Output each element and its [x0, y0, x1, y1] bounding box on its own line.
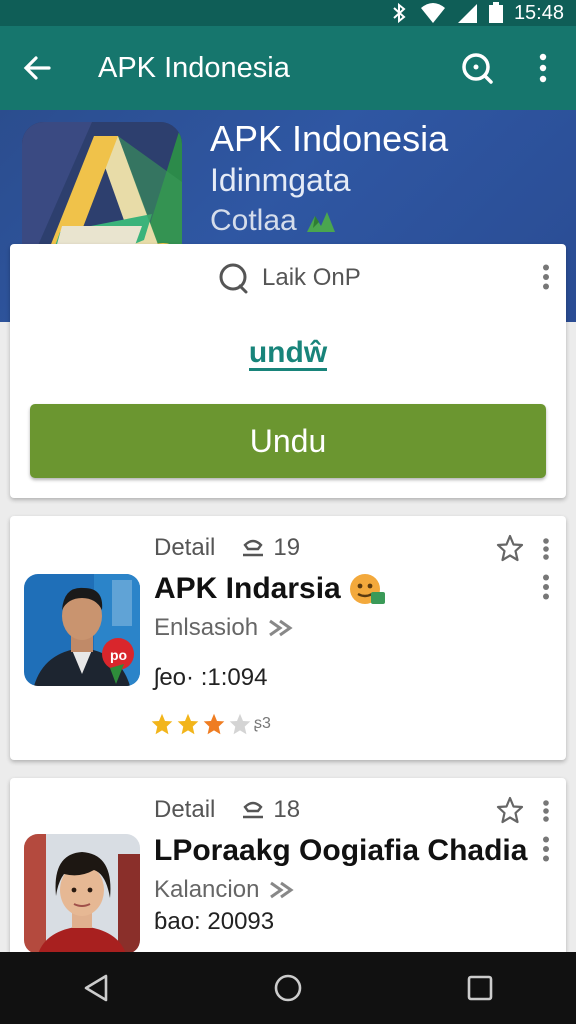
- user-icon: [243, 539, 264, 557]
- app-category-text: Enlsasioh: [154, 614, 259, 641]
- star-outline-icon: [496, 796, 524, 824]
- star-outline-icon: [496, 534, 524, 562]
- more-vert-icon: [543, 836, 549, 862]
- hero-subtitle: Idinmgata: [210, 162, 351, 198]
- item-more-button-secondary[interactable]: [542, 574, 550, 605]
- download-count-value: 18: [273, 796, 301, 823]
- more-vert-icon: [543, 264, 549, 290]
- nav-back-icon: [84, 974, 108, 1002]
- more-vert-icon: [543, 574, 549, 600]
- app-category: Enlsasioh: [154, 614, 294, 642]
- status-bar: 15:48: [0, 0, 576, 26]
- forward-icon: [269, 619, 293, 637]
- detail-label: Detail: [154, 796, 216, 823]
- app-category-text: Kalancion: [154, 876, 260, 903]
- nav-recents-icon: [467, 975, 493, 1001]
- item-more-button[interactable]: [542, 538, 550, 565]
- app-name: LPoraakg Oogiafia Chadia: [154, 834, 527, 868]
- app-version: ɓao: 20093: [154, 908, 275, 935]
- clock: 15:48: [513, 1, 564, 24]
- app-list-item[interactable]: Detail 19 po APK Indarsia Enlsasioh ʃeo·…: [10, 516, 566, 760]
- back-button[interactable]: [0, 26, 74, 110]
- more-vert-icon: [543, 538, 549, 560]
- item-more-button[interactable]: [542, 800, 550, 827]
- signal-icon: [456, 2, 478, 24]
- hero-category-label: Cotlaa: [210, 204, 297, 237]
- app-name: APK Indarsia: [154, 572, 387, 606]
- search-icon: [462, 53, 493, 84]
- app-meta: Detail 19: [154, 534, 300, 562]
- search-icon: [219, 263, 248, 294]
- rating-text: ʂ3: [254, 715, 271, 732]
- overflow-menu-button[interactable]: [510, 26, 576, 110]
- system-nav-bar: [0, 952, 576, 1024]
- emoji-icon: [349, 574, 385, 604]
- search-button[interactable]: [444, 26, 510, 110]
- app-list-item[interactable]: Detail 18 LPoraakg Oogiafia Chadia Kalan…: [10, 778, 566, 978]
- brand-logo-text: undŵ: [248, 336, 328, 371]
- download-button[interactable]: Undu: [30, 404, 546, 478]
- download-card-more-button[interactable]: [542, 264, 550, 295]
- more-vert-icon: [543, 800, 549, 822]
- app-version: ʃeo· :1:094: [154, 664, 268, 691]
- download-count: 18: [241, 796, 300, 824]
- app-category: Kalancion: [154, 876, 295, 904]
- wifi-icon: [420, 2, 446, 24]
- star-filled-icon: [177, 713, 199, 735]
- favorite-button[interactable]: [496, 534, 524, 567]
- app-name-text: LPoraakg Oogiafia Chadia: [154, 834, 528, 867]
- item-more-button-secondary[interactable]: [542, 836, 550, 867]
- back-arrow-icon: [23, 56, 51, 80]
- download-count-value: 19: [273, 534, 301, 561]
- battery-icon: [488, 2, 504, 24]
- app-thumbnail: [24, 834, 140, 954]
- detail-label: Detail: [154, 534, 216, 561]
- chart-icon: [306, 212, 335, 232]
- app-meta: Detail 18: [154, 796, 300, 824]
- user-icon: [243, 801, 264, 819]
- download-search-row[interactable]: Laik OnP: [218, 262, 361, 294]
- more-vert-icon: [539, 53, 547, 83]
- hero-category: Cotlaa: [210, 204, 337, 238]
- forward-icon: [270, 881, 295, 899]
- nav-recents-button[interactable]: [440, 958, 520, 1018]
- star-filled-icon: [203, 713, 225, 735]
- download-search-text: Laik OnP: [262, 264, 361, 291]
- app-bar: APK Indonesia: [0, 26, 576, 110]
- download-count: 19: [241, 534, 300, 562]
- app-thumbnail: po: [24, 574, 140, 686]
- hero-app-name: APK Indonesia: [210, 118, 449, 159]
- rating: ʂ3: [150, 712, 271, 736]
- bluetooth-icon: [388, 2, 410, 24]
- star-empty-icon: [229, 713, 251, 735]
- svg-text:po: po: [110, 647, 127, 663]
- app-bar-title: APK Indonesia: [98, 51, 290, 84]
- nav-home-icon: [274, 974, 302, 1002]
- nav-back-button[interactable]: [56, 958, 136, 1018]
- nav-home-button[interactable]: [248, 958, 328, 1018]
- app-name-text: APK Indarsia: [154, 572, 341, 605]
- download-card: Laik OnP undŵ Undu: [10, 244, 566, 498]
- star-filled-icon: [151, 713, 173, 735]
- favorite-button[interactable]: [496, 796, 524, 829]
